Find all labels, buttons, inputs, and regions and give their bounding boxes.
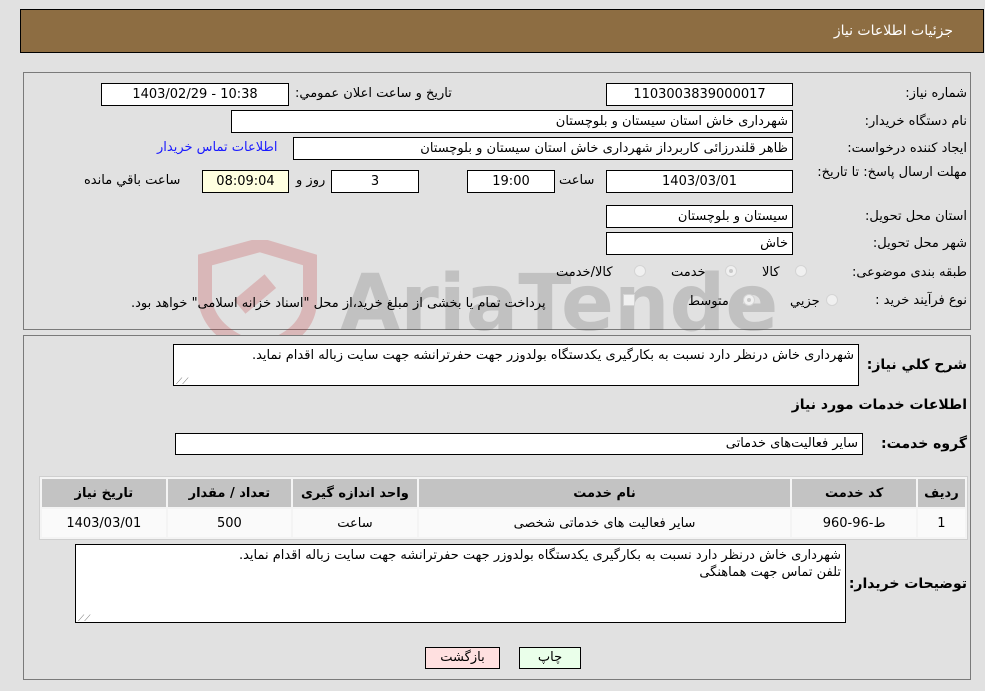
deadline-time-label: ساعت <box>559 173 595 188</box>
category-radio-goods[interactable] <box>795 265 807 277</box>
buyer-notes-textarea[interactable]: شهرداری خاش درنظر دارد نسبت به بکارگیری … <box>75 544 846 623</box>
cell-unit: ساعت <box>293 509 417 537</box>
buyer-org-field[interactable]: شهرداری خاش استان سیستان و بلوچستان <box>231 110 793 133</box>
services-table: ردیف کد خدمت نام خدمت واحد اندازه گیری ت… <box>39 476 968 540</box>
delivery-province-label: استان محل تحویل: <box>865 209 967 224</box>
category-radio-service[interactable] <box>725 265 737 277</box>
remaining-time-field: 08:09:04 <box>202 170 289 193</box>
summary-text: شهرداری خاش درنظر دارد نسبت به بکارگیری … <box>251 348 854 363</box>
category-radio-goods-service[interactable] <box>634 265 646 277</box>
col-header-service-name: نام خدمت <box>418 479 791 507</box>
service-group-label: گروه خدمت: <box>881 436 967 452</box>
purchase-radio-minor[interactable] <box>826 294 838 306</box>
resize-grip-icon[interactable]: ⟋⟋ <box>176 374 189 385</box>
announce-datetime-label: تاریخ و ساعت اعلان عمومي: <box>295 86 452 101</box>
cell-need-date: 1403/03/01 <box>42 509 166 537</box>
delivery-province-field[interactable]: سیستان و بلوچستان <box>606 205 793 228</box>
col-header-row-number: ردیف <box>917 479 965 507</box>
announce-datetime-field[interactable]: 1403/02/29 - 10:38 <box>101 83 289 106</box>
purchase-option-medium: متوسط <box>688 294 729 309</box>
buyer-org-label: نام دستگاه خریدار: <box>864 114 967 129</box>
deadline-time-field[interactable]: 19:00 <box>467 170 555 193</box>
category-option-goods: کالا <box>762 265 780 280</box>
need-number-field[interactable]: 1103003839000017 <box>606 83 793 106</box>
days-label: روز و <box>296 173 326 188</box>
purchase-type-label: نوع فرآیند خرید : <box>875 293 967 308</box>
table-header-row: ردیف کد خدمت نام خدمت واحد اندازه گیری ت… <box>42 479 965 507</box>
print-button[interactable]: چاپ <box>519 647 581 669</box>
col-header-unit: واحد اندازه گیری <box>293 479 417 507</box>
requester-label: ایجاد کننده درخواست: <box>847 141 967 156</box>
resize-grip-icon[interactable]: ⟋⟋ <box>78 611 91 622</box>
purchase-radio-medium[interactable] <box>743 294 755 306</box>
purchase-option-minor: جزیي <box>790 294 820 309</box>
summary-textarea[interactable]: شهرداری خاش درنظر دارد نسبت به بکارگیری … <box>173 344 859 386</box>
buyer-notes-line1: شهرداری خاش درنظر دارد نسبت به بکارگیری … <box>238 548 841 563</box>
page-header: جزئیات اطلاعات نیاز <box>20 9 984 53</box>
back-button[interactable]: بازگشت <box>425 647 500 669</box>
remaining-days-field[interactable]: 3 <box>331 170 419 193</box>
category-option-goods-service: کالا/خدمت <box>556 265 613 280</box>
delivery-city-field[interactable]: خاش <box>606 232 793 255</box>
cell-service-name: سایر فعالیت های خدماتی شخصی <box>418 509 791 537</box>
category-label: طبقه بندی موضوعی: <box>851 265 967 280</box>
col-header-need-date: تاریخ نیاز <box>42 479 166 507</box>
services-section-title: اطلاعات خدمات مورد نیاز <box>791 397 967 413</box>
delivery-city-label: شهر محل تحویل: <box>872 236 967 251</box>
buyer-contact-link[interactable]: اطلاعات تماس خریدار <box>157 140 277 155</box>
cell-service-code: ط-96-960 <box>792 509 916 537</box>
service-group-field[interactable]: سایر فعالیت‌های خدماتی <box>175 433 863 455</box>
cell-row-number: 1 <box>917 509 965 537</box>
cell-quantity: 500 <box>167 509 292 537</box>
col-header-quantity: تعداد / مقدار <box>167 479 292 507</box>
need-number-label: شماره نیاز: <box>905 86 967 101</box>
treasury-checkbox[interactable] <box>623 294 635 306</box>
col-header-service-code: کد خدمت <box>792 479 916 507</box>
requester-field[interactable]: ظاهر قلندرزائی کاربرداز شهرداری خاش استا… <box>293 137 793 160</box>
page-title: جزئیات اطلاعات نیاز <box>833 23 953 39</box>
treasury-note: پرداخت تمام یا بخشی از مبلغ خرید،از محل … <box>131 296 546 311</box>
summary-label: شرح کلي نیاز: <box>866 357 967 373</box>
category-option-service: خدمت <box>671 265 706 280</box>
buyer-notes-line2: تلفن تماس جهت هماهنگی <box>699 565 841 580</box>
deadline-date-field[interactable]: 1403/03/01 <box>606 170 793 193</box>
table-row: 1 ط-96-960 سایر فعالیت های خدماتی شخصی س… <box>42 509 965 537</box>
deadline-label: مهلت ارسال پاسخ: تا تاریخ: <box>817 165 967 180</box>
buyer-notes-label: توضیحات خریدار: <box>848 576 967 592</box>
remaining-time-label: ساعت باقي مانده <box>84 173 181 188</box>
